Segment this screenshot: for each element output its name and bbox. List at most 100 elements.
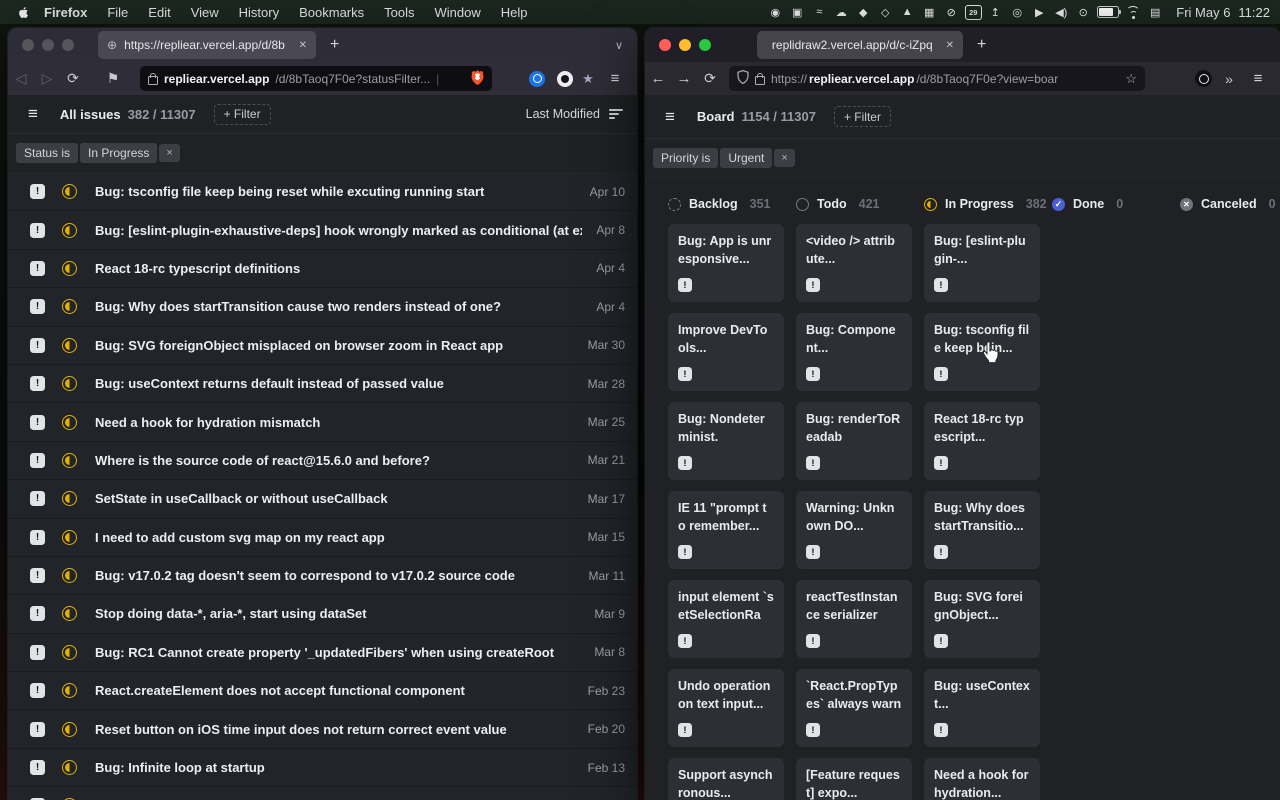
stage-manager-icon[interactable]: ▤: [1144, 0, 1166, 24]
issue-row[interactable]: ! SetState in useCallback or without use…: [8, 480, 637, 518]
issue-row[interactable]: ! Bug: v17.0.2 tag doesn't seem to corre…: [8, 557, 637, 595]
display-icon[interactable]: ▣: [786, 0, 808, 24]
wifi-icon[interactable]: [1122, 0, 1144, 24]
issue-row[interactable]: ! Bug: RC1 Cannot create property '_upda…: [8, 634, 637, 672]
apple-icon[interactable]: [12, 5, 34, 20]
browser-tab[interactable]: replidraw2.vercel.app/d/c-iZpq ✕: [757, 31, 963, 59]
issue-card[interactable]: Bug: App is unresponsive... !: [668, 224, 784, 302]
extensions-icon[interactable]: ★: [577, 71, 599, 87]
new-tab-button[interactable]: +: [330, 36, 339, 54]
issue-row[interactable]: ! Stop doing data-*, aria-*, start using…: [8, 595, 637, 633]
forward-button[interactable]: →: [671, 70, 697, 87]
menu-tools[interactable]: Tools: [374, 5, 424, 20]
close-window-button[interactable]: [22, 39, 34, 51]
back-button[interactable]: ←: [645, 70, 671, 87]
minimize-window-button[interactable]: [679, 39, 691, 51]
volume-icon[interactable]: ◀): [1050, 0, 1072, 24]
issue-card[interactable]: IE 11 "prompt to remember... !: [668, 491, 784, 569]
upload-icon[interactable]: ↥: [984, 0, 1006, 24]
zoom-window-button[interactable]: [699, 39, 711, 51]
issue-card[interactable]: Support asynchronous... !: [668, 758, 784, 800]
column-header[interactable]: Todo 421: [796, 196, 912, 212]
account-icon[interactable]: ⊙: [1072, 0, 1094, 24]
screen-record-icon[interactable]: ◉: [764, 0, 786, 24]
filter-remove-button[interactable]: ×: [774, 149, 794, 167]
browser-menu-button[interactable]: ≡: [603, 70, 627, 87]
issue-card[interactable]: Bug: tsconfig file keep bein... !: [924, 313, 1040, 391]
profile-icon[interactable]: [1195, 70, 1212, 87]
add-filter-button[interactable]: + Filter: [834, 106, 891, 127]
address-bar[interactable]: https:// repliear.vercel.app /d/8bTaoq7F…: [729, 66, 1145, 91]
power-icon[interactable]: ◎: [1006, 0, 1028, 24]
issue-card[interactable]: Need a hook for hydration... !: [924, 758, 1040, 800]
issue-card[interactable]: Improve DevTools... !: [668, 313, 784, 391]
new-tab-button[interactable]: +: [977, 36, 986, 54]
issue-row[interactable]: ! Bug: tsconfig file keep being reset wh…: [8, 173, 637, 211]
battery-icon[interactable]: [1094, 0, 1122, 24]
add-filter-button[interactable]: + Filter: [214, 104, 271, 125]
issue-card[interactable]: [Feature request] expo... !: [796, 758, 912, 800]
browser-tab[interactable]: ⊕ https://repliear.vercel.app/d/8b ✕: [98, 31, 316, 59]
cloud-icon[interactable]: ☁: [830, 0, 852, 24]
issue-card[interactable]: <video /> attribute... !: [796, 224, 912, 302]
menu-help[interactable]: Help: [491, 5, 538, 20]
menu-clock[interactable]: Fri May 611:22: [1166, 5, 1270, 20]
tracking-shield-icon[interactable]: [737, 70, 749, 87]
calendar-icon[interactable]: 29: [962, 0, 984, 24]
issue-card[interactable]: input element `setSelectionRa !: [668, 580, 784, 658]
zoom-window-button[interactable]: [62, 39, 74, 51]
play-icon[interactable]: ▶: [1028, 0, 1050, 24]
menu-view[interactable]: View: [181, 5, 229, 20]
issue-row[interactable]: ! React 18-rc typescript definitions Apr…: [8, 250, 637, 288]
filter-field-chip[interactable]: Status is: [16, 143, 78, 163]
issue-row[interactable]: ! React.createElement does not accept fu…: [8, 672, 637, 710]
column-header[interactable]: Canceled 0: [1180, 196, 1280, 212]
menu-history[interactable]: History: [229, 5, 289, 20]
issue-row[interactable]: ! Bug: Why does startTransition cause tw…: [8, 288, 637, 326]
bookmark-flag-icon[interactable]: ⚑: [100, 70, 126, 87]
docker-icon[interactable]: ◆: [852, 0, 874, 24]
brave-shield-icon[interactable]: [471, 70, 484, 88]
issue-card[interactable]: reactTestInstance serializer !: [796, 580, 912, 658]
dropbox-icon[interactable]: ◇: [874, 0, 896, 24]
layout-icon[interactable]: ▦: [918, 0, 940, 24]
reload-button[interactable]: ⟳: [697, 70, 723, 87]
onepassword-icon[interactable]: [529, 71, 545, 87]
issue-card[interactable]: Bug: [eslint-plugin-... !: [924, 224, 1040, 302]
reload-button[interactable]: ⟳: [60, 70, 86, 87]
issue-card[interactable]: Bug: Why does startTransitio... !: [924, 491, 1040, 569]
minimize-window-button[interactable]: [42, 39, 54, 51]
back-button[interactable]: ◁: [8, 70, 34, 87]
menu-bookmarks[interactable]: Bookmarks: [289, 5, 374, 20]
column-header[interactable]: In Progress 382: [924, 196, 1040, 212]
issue-row[interactable]: ! Bug: SVG foreignObject misplaced on br…: [8, 327, 637, 365]
browser-menu-button[interactable]: ≡: [1246, 70, 1270, 87]
sort-control[interactable]: Last Modified: [526, 107, 623, 121]
forward-button[interactable]: ▷: [34, 70, 60, 87]
issue-card[interactable]: Bug: Nondeterminist. !: [668, 402, 784, 480]
close-window-button[interactable]: [659, 39, 671, 51]
timer-icon[interactable]: ⊘: [940, 0, 962, 24]
menu-edit[interactable]: Edit: [138, 5, 180, 20]
issue-card[interactable]: Bug: useContext... !: [924, 669, 1040, 747]
filter-value-chip[interactable]: Urgent: [720, 148, 772, 168]
issue-row[interactable]: ! Reset button on iOS time input does no…: [8, 710, 637, 748]
filter-remove-button[interactable]: ×: [159, 144, 179, 162]
filter-field-chip[interactable]: Priority is: [653, 148, 718, 168]
sync-icon[interactable]: ≈: [808, 0, 830, 24]
issue-row[interactable]: ! Bug: Infinite loop at startup Feb 13: [8, 749, 637, 787]
issue-row[interactable]: ! [DevTools Bug] Unsupported Bridge oper…: [8, 787, 637, 800]
issue-card[interactable]: Undo operation on text input... !: [668, 669, 784, 747]
issue-row[interactable]: ! Bug: useContext returns default instea…: [8, 365, 637, 403]
issue-card[interactable]: Bug: renderToReadab !: [796, 402, 912, 480]
app-menu-icon[interactable]: ≡: [665, 107, 675, 127]
column-header[interactable]: Done 0: [1052, 196, 1168, 212]
tab-close-icon[interactable]: ✕: [299, 40, 307, 51]
column-header[interactable]: Backlog 351: [668, 196, 784, 212]
issue-row[interactable]: ! Bug: [eslint-plugin-exhaustive-deps] h…: [8, 211, 637, 249]
issue-card[interactable]: `React.PropTypes` always warns ab !: [796, 669, 912, 747]
filter-value-chip[interactable]: In Progress: [80, 143, 157, 163]
tab-close-icon[interactable]: ✕: [946, 40, 954, 51]
menu-app-name[interactable]: Firefox: [34, 5, 97, 20]
bookmark-star-icon[interactable]: ☆: [1125, 71, 1137, 87]
